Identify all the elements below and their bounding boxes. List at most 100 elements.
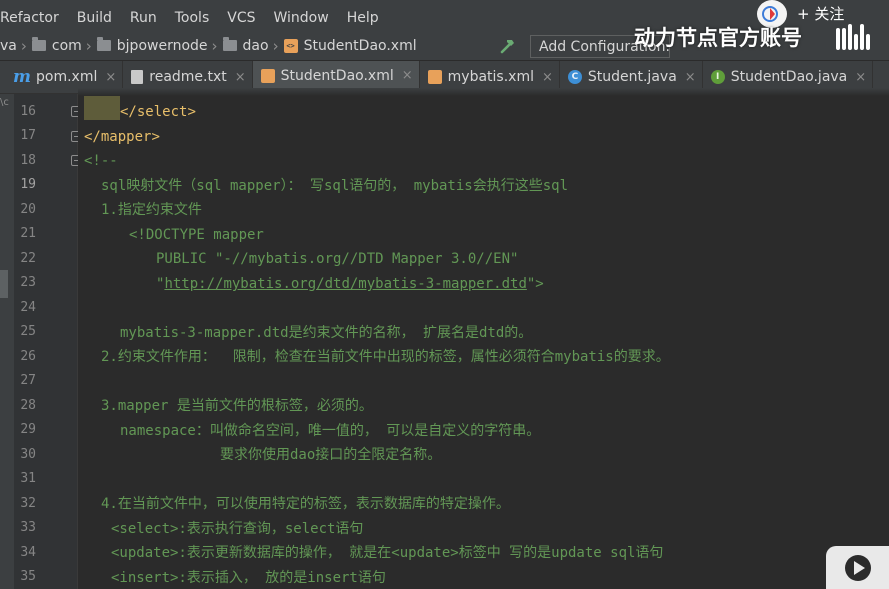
- tab-label: Student.java: [587, 69, 677, 85]
- code-editor[interactable]: </select> </mapper> <!-- sql映射文件（sql map…: [78, 94, 889, 589]
- code-line: 4.在当前文件中，可以使用特定的标签，表示数据库的特定操作。: [101, 496, 510, 512]
- follow-button[interactable]: + 关注: [797, 3, 844, 24]
- tab-label: StudentDao.xml: [280, 67, 394, 84]
- line-number: 31: [20, 471, 36, 486]
- project-tool-strip[interactable]: [0, 94, 14, 589]
- line-number: 34: [20, 545, 36, 560]
- breadcrumb-item-java[interactable]: va ›: [0, 37, 32, 55]
- code-line: mybatis-3-mapper.dtd是约束文件的名称， 扩展名是dtd的。: [120, 325, 533, 341]
- line-number: 19: [20, 177, 36, 192]
- line-number: 29: [20, 422, 36, 437]
- code-line: <select>:表示执行查询，select语句: [111, 521, 364, 537]
- tab-label: StudentDao.java: [730, 69, 848, 85]
- play-icon: [844, 554, 871, 581]
- breadcrumb-item-studentdao-xml[interactable]: <> StudentDao.xml: [283, 37, 417, 54]
- bilibili-logo-icon: [836, 24, 870, 50]
- code-line: 3.mapper 是当前文件的根标签，必须的。: [101, 398, 373, 414]
- watermark-title: 动力节点官方账号: [634, 26, 802, 50]
- menu-vcs[interactable]: VCS: [218, 10, 264, 26]
- line-number: 32: [20, 496, 36, 511]
- close-icon[interactable]: ×: [235, 70, 246, 85]
- chevron-right-icon: ›: [272, 36, 279, 55]
- line-number: 35: [20, 569, 36, 584]
- java-class-icon: C: [567, 70, 582, 84]
- line-number: 23: [20, 275, 36, 290]
- code-line: </select>: [120, 100, 196, 124]
- menu-help[interactable]: Help: [338, 10, 388, 26]
- breadcrumb-item-bjpowernode[interactable]: bjpowernode ›: [96, 36, 223, 55]
- folder-icon: [222, 37, 237, 51]
- line-number: 18: [20, 153, 36, 168]
- line-number: 21: [20, 226, 36, 241]
- tab-label: readme.txt: [149, 69, 227, 85]
- breadcrumb-item-dao[interactable]: dao ›: [222, 36, 284, 55]
- quote-mark: ">: [526, 276, 544, 292]
- breadcrumb-label: va: [0, 37, 17, 54]
- line-number: 28: [20, 398, 36, 413]
- code-line: PUBLIC "-//mybatis.org//DTD Mapper 3.0//…: [156, 251, 519, 267]
- hammer-build-icon[interactable]: [499, 37, 517, 55]
- breadcrumb-label: bjpowernode: [116, 37, 208, 54]
- breadcrumb-label: dao: [242, 37, 269, 54]
- editor-top-shadow: [78, 88, 889, 96]
- line-number: 24: [20, 300, 36, 315]
- code-line: 2.约束文件作用： 限制，检查在当前文件中出现的标签，属性必须符合mybatis…: [101, 349, 670, 365]
- project-strip-label: \c: [0, 97, 9, 108]
- chevron-right-icon: ›: [211, 36, 218, 55]
- menu-tools[interactable]: Tools: [166, 10, 219, 26]
- close-icon[interactable]: ×: [105, 70, 116, 85]
- code-line: namespace：叫做命名空间，唯一值的， 可以是自定义的字符串。: [120, 423, 541, 439]
- code-line: sql映射文件（sql mapper）： 写sql语句的， mybatis会执行…: [101, 178, 569, 194]
- scroll-marker: [0, 270, 8, 298]
- line-number: 17: [20, 128, 36, 143]
- menu-window[interactable]: Window: [265, 10, 338, 26]
- code-line: <!--: [84, 153, 118, 169]
- folder-icon: [96, 37, 111, 51]
- code-line: 要求你使用dao接口的全限定名称。: [220, 447, 442, 463]
- text-file-icon: [131, 70, 144, 84]
- menu-refactor[interactable]: Refactor: [0, 10, 68, 26]
- menu-build[interactable]: Build: [68, 10, 121, 26]
- code-line: <!DOCTYPE mapper: [129, 227, 264, 243]
- xml-file-icon: [427, 70, 442, 84]
- line-number: 25: [20, 324, 36, 339]
- line-number: 30: [20, 447, 36, 462]
- close-icon[interactable]: ×: [402, 68, 413, 83]
- xml-file-icon: <>: [283, 38, 298, 53]
- tag-bracket: >: [187, 104, 196, 120]
- selection-highlight: [84, 96, 120, 120]
- line-number: 22: [20, 251, 36, 266]
- menu-run[interactable]: Run: [121, 10, 166, 26]
- chevron-right-icon: ›: [20, 36, 27, 55]
- tag-bracket: </: [84, 129, 101, 145]
- dtd-link[interactable]: http://mybatis.org/dtd/mybatis-3-mapper.…: [164, 276, 526, 292]
- chevron-right-icon: ›: [85, 36, 92, 55]
- close-icon[interactable]: ×: [685, 70, 696, 85]
- logo-icon: [762, 6, 778, 22]
- code-line: </mapper>: [84, 125, 160, 149]
- line-number: 27: [20, 373, 36, 388]
- line-number: 26: [20, 349, 36, 364]
- tab-label: pom.xml: [36, 69, 98, 85]
- java-interface-icon: I: [710, 70, 725, 84]
- breadcrumb-label: com: [51, 37, 82, 54]
- code-line: <insert>:表示插入， 放的是insert语句: [111, 570, 386, 586]
- tag-name: mapper: [100, 129, 152, 145]
- code-line: 1.指定约束文件: [101, 202, 202, 218]
- maven-m-icon: m: [13, 67, 31, 87]
- tag-bracket: >: [151, 129, 160, 145]
- close-icon[interactable]: ×: [855, 70, 866, 85]
- tag-bracket: </: [120, 104, 137, 120]
- close-icon[interactable]: ×: [542, 70, 553, 85]
- line-number: 20: [20, 202, 36, 217]
- video-play-button[interactable]: [826, 546, 889, 589]
- tab-label: mybatis.xml: [447, 69, 534, 85]
- code-line: <update>:表示更新数据库的操作， 就是在<update>标签中 写的是u…: [111, 545, 664, 561]
- code-line: "http://mybatis.org/dtd/mybatis-3-mapper…: [156, 272, 544, 296]
- xml-file-icon: [260, 68, 275, 83]
- breadcrumb-item-com[interactable]: com ›: [31, 36, 97, 55]
- line-number: 33: [20, 520, 36, 535]
- line-number: 16: [20, 104, 36, 119]
- folder-icon: [31, 37, 46, 51]
- breadcrumb-label: StudentDao.xml: [303, 37, 417, 54]
